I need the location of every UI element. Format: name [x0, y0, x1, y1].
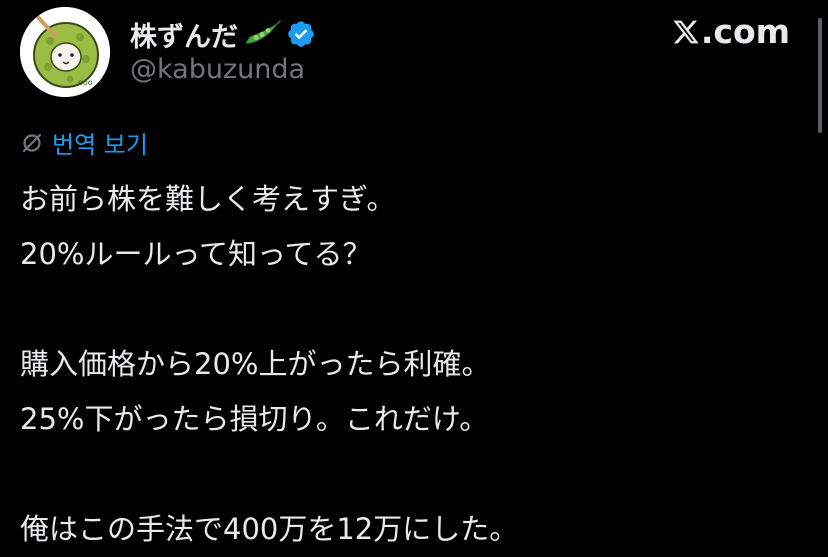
tweet-line [20, 447, 780, 502]
avatar-image: ooo [20, 7, 110, 97]
tweet-line [20, 282, 780, 337]
translate-label: 번역 보기 [52, 131, 148, 159]
user-handle[interactable]: @kabuzunda [130, 54, 305, 85]
tweet-line: 25%下がったら損切り。これだけ。 [20, 402, 489, 436]
display-name[interactable]: 株ずんだ [130, 15, 238, 54]
tweet-line: 購入価格から20%上がったら利確。 [20, 347, 491, 381]
pea-pod-icon [242, 19, 282, 49]
verified-badge-icon[interactable] [286, 19, 316, 49]
avatar[interactable]: ooo [20, 7, 110, 97]
scrollbar-thumb[interactable] [818, 18, 822, 133]
x-com-brand: .com [672, 12, 790, 51]
tweet-line: お前ら株を難しく考えすぎ。 [20, 182, 396, 216]
name-row: 株ずんだ [130, 14, 316, 54]
x-logo-icon [672, 18, 700, 46]
tweet-line: 20%ルールって知ってる？ [20, 237, 372, 271]
brand-suffix: .com [700, 12, 790, 51]
svg-text:ooo: ooo [78, 78, 93, 87]
translate-icon [20, 131, 44, 155]
tweet-text: お前ら株を難しく考えすぎ。 20%ルールって知ってる？ 購入価格から20%上がっ… [20, 172, 780, 557]
translate-link[interactable]: 번역 보기 [20, 125, 148, 160]
